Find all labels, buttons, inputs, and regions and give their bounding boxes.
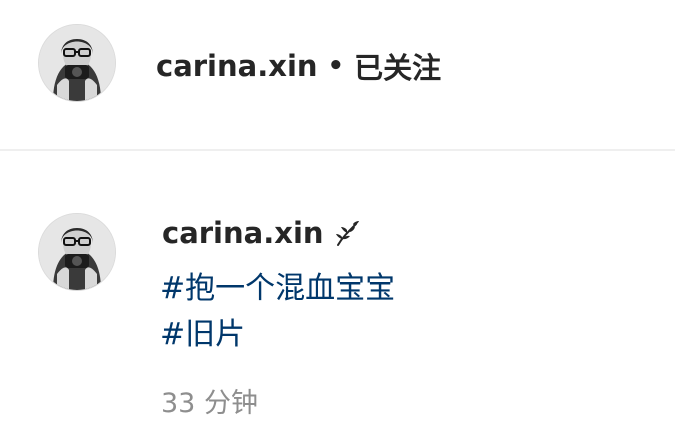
comment-avatar[interactable] — [38, 213, 116, 291]
avatar-image — [39, 25, 115, 101]
post-detail-panel: carina.xin • 已关注 carina.xin #抱一个混血宝宝 #旧片… — [0, 0, 675, 432]
follow-status-button[interactable]: 已关注 — [354, 45, 441, 87]
divider — [0, 149, 675, 151]
header-user-line: carina.xin • 已关注 — [156, 44, 441, 88]
hashtag-link[interactable]: #抱一个混血宝宝 — [160, 263, 395, 307]
header-avatar[interactable] — [38, 24, 116, 102]
header-username[interactable]: carina.xin — [156, 49, 318, 83]
comment-timestamp[interactable]: 33 分钟 — [161, 381, 258, 420]
avatar-image — [39, 214, 115, 290]
sprout-icon — [332, 218, 362, 248]
comment-username[interactable]: carina.xin — [162, 216, 324, 250]
separator-dot: • — [327, 51, 345, 81]
comment-author-line: carina.xin — [162, 216, 362, 250]
hashtag-link[interactable]: #旧片 — [160, 309, 245, 353]
